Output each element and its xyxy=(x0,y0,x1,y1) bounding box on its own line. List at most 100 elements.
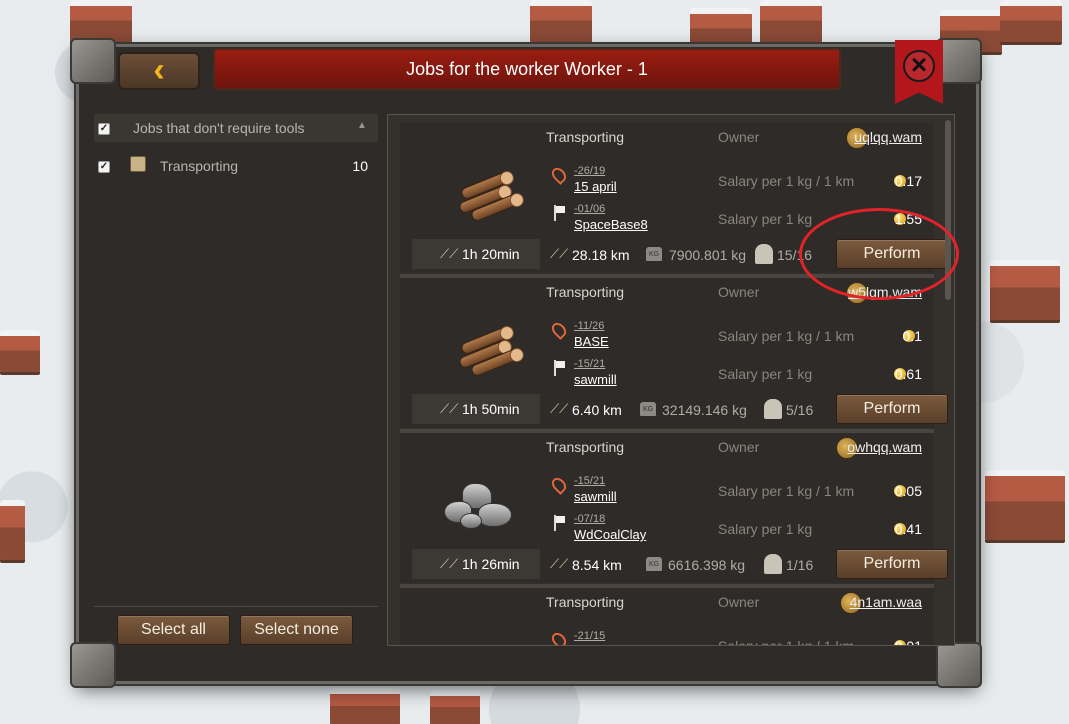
destination-coords[interactable]: -01/06 xyxy=(574,203,605,215)
salary-km-label: Salary per 1 kg / 1 km xyxy=(718,483,855,499)
worker-icon xyxy=(755,244,773,264)
background-house xyxy=(530,0,592,42)
weight-value: 32149.146 kg xyxy=(662,402,747,418)
select-all-button[interactable]: Select all xyxy=(117,615,230,645)
perform-button[interactable]: Perform xyxy=(836,549,948,579)
workers-value: 1/16 xyxy=(786,557,814,573)
origin-pin-icon xyxy=(549,320,569,340)
filter-item-label: Transporting xyxy=(160,158,239,174)
weight-icon: KG xyxy=(640,402,656,416)
job-type: Transporting xyxy=(546,439,625,455)
job-type: Transporting xyxy=(546,129,625,145)
jobs-list[interactable]: Transporting Owner uqlqq.wam -26/19 15 a… xyxy=(387,114,955,646)
frame-corner xyxy=(936,642,982,688)
salary-kg-label: Salary per 1 kg xyxy=(718,521,813,537)
highlight-annotation-circle xyxy=(799,208,959,300)
category-label: Jobs that don't require tools xyxy=(133,120,305,136)
salary-km-value: 0.05 xyxy=(894,483,922,499)
destination-coords[interactable]: -15/21 xyxy=(574,358,605,370)
stone-icon xyxy=(440,483,520,533)
owner-link[interactable]: uqlqq.wam xyxy=(854,129,922,145)
destination-name[interactable]: SpaceBase8 xyxy=(574,217,648,232)
salary-km-label: Salary per 1 kg / 1 km xyxy=(718,173,855,189)
filter-item-count: 10 xyxy=(352,158,368,174)
select-none-button[interactable]: Select none xyxy=(240,615,353,645)
destination-flag-icon xyxy=(552,205,566,223)
owner-label: Owner xyxy=(718,284,760,300)
footsteps-icon: ⟋⟋ xyxy=(550,246,569,261)
job-type: Transporting xyxy=(546,594,625,610)
salary-km-label: Salary per 1 kg / 1 km xyxy=(718,638,855,646)
perform-button[interactable]: Perform xyxy=(836,394,948,424)
weight-value: 7900.801 kg xyxy=(669,247,747,263)
close-x-icon: × xyxy=(903,50,935,82)
collapse-triangle-icon[interactable]: ▲ xyxy=(357,120,367,131)
background-house xyxy=(760,0,822,42)
transporting-checkbox[interactable]: ✓ xyxy=(98,161,110,173)
destination-name[interactable]: sawmill xyxy=(574,372,617,387)
owner-label: Owner xyxy=(718,594,760,610)
destination-coords[interactable]: -07/18 xyxy=(574,513,605,525)
salary-kg-value: 0.61 xyxy=(894,366,922,382)
chevron-left-icon: ‹ xyxy=(153,51,165,89)
job-card: Transporting Owner 4n1am.waa -21/15 Sala… xyxy=(400,588,934,646)
category-checkbox[interactable]: ✓ xyxy=(98,123,110,135)
origin-coords[interactable]: -11/26 xyxy=(574,320,604,332)
divider xyxy=(94,606,378,607)
filter-panel: ✓ Jobs that don't require tools ▲ ✓ Tran… xyxy=(94,114,378,644)
owner-link[interactable]: 4n1am.waa xyxy=(850,594,922,610)
salary-kg-label: Salary per 1 kg xyxy=(718,211,813,227)
salary-km-value: 0.01 xyxy=(894,638,922,646)
destination-flag-icon xyxy=(552,515,566,533)
wood-logs-icon xyxy=(456,324,528,378)
footsteps-icon: ⟋⟋ xyxy=(440,401,459,416)
footsteps-icon: ⟋⟋ xyxy=(440,556,459,571)
origin-name[interactable]: BASE xyxy=(574,334,609,349)
filter-category-row[interactable]: ✓ Jobs that don't require tools ▲ xyxy=(94,114,378,142)
background-house xyxy=(990,260,1060,320)
wood-logs-icon xyxy=(456,169,528,223)
duration-value: 1h 26min xyxy=(462,556,520,572)
origin-pin-icon xyxy=(549,165,569,185)
background-house xyxy=(330,688,400,724)
origin-coords[interactable]: -21/15 xyxy=(574,630,605,642)
duration-box: ⟋⟋ 1h 20min xyxy=(412,239,540,269)
duration-value: 1h 20min xyxy=(462,246,520,262)
worker-icon xyxy=(764,399,782,419)
salary-kg-value: 0.41 xyxy=(894,521,922,537)
footsteps-icon: ⟋⟋ xyxy=(550,556,569,571)
weight-value: 6616.398 kg xyxy=(668,557,746,573)
salary-kg-label: Salary per 1 kg xyxy=(718,366,813,382)
origin-pin-icon xyxy=(549,475,569,495)
duration-box: ⟋⟋ 1h 50min xyxy=(412,394,540,424)
weight-icon: KG xyxy=(646,247,662,261)
footsteps-icon: ⟋⟋ xyxy=(550,401,569,416)
footsteps-icon: ⟋⟋ xyxy=(440,246,459,261)
salary-km-value: 0.17 xyxy=(894,173,922,189)
distance-value: 8.54 km xyxy=(572,557,622,573)
back-button[interactable]: ‹ xyxy=(118,52,200,90)
window-title: Jobs for the worker Worker - 1 xyxy=(213,48,841,90)
owner-link[interactable]: owhqq.wam xyxy=(847,439,922,455)
origin-name[interactable]: 15 april xyxy=(574,179,617,194)
origin-name[interactable]: sawmill xyxy=(574,489,617,504)
background-house xyxy=(1000,0,1062,42)
salary-km-label: Salary per 1 kg / 1 km xyxy=(718,328,855,344)
origin-coords[interactable]: -15/21 xyxy=(574,475,605,487)
background-house xyxy=(0,330,40,372)
background-house xyxy=(70,0,132,42)
origin-pin-icon xyxy=(549,630,569,645)
background-house xyxy=(430,690,480,724)
background-house xyxy=(985,470,1065,540)
salary-km-value: 0.1 xyxy=(902,328,922,344)
duration-box: ⟋⟋ 1h 26min xyxy=(412,549,540,579)
origin-coords[interactable]: -26/19 xyxy=(574,165,605,177)
distance-value: 28.18 km xyxy=(572,247,630,263)
destination-flag-icon xyxy=(552,360,566,378)
worker-icon xyxy=(764,554,782,574)
frame-corner xyxy=(70,38,116,84)
destination-name[interactable]: WdCoalClay xyxy=(574,527,646,542)
filter-item-transporting[interactable]: ✓ Transporting 10 xyxy=(94,154,378,178)
frame-corner xyxy=(70,642,116,688)
job-card: Transporting Owner w5lgm.wam -11/26 BASE… xyxy=(400,278,948,428)
